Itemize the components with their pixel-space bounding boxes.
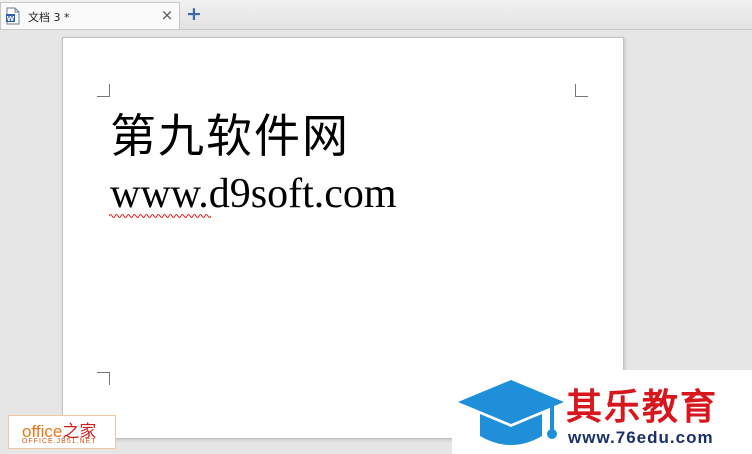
graduation-cap-icon [458, 380, 564, 445]
new-tab-button[interactable]: + [184, 4, 204, 24]
spellcheck-underline [109, 214, 212, 218]
margin-mark-top-right [575, 84, 588, 97]
office-logo-url: OFFICE.JB51.NET [22, 438, 97, 445]
document-text-line[interactable]: 第九软件网 [110, 100, 350, 166]
edu-logo-text: 其乐教育 [566, 387, 719, 428]
document-text-line[interactable]: www.d9soft.com [110, 170, 397, 218]
document-tab[interactable]: W 文档 3 * × [0, 2, 180, 29]
svg-text:W: W [7, 15, 15, 23]
edu-watermark: 其乐教育 www.76edu.com [452, 370, 752, 454]
close-tab-button[interactable]: × [159, 7, 175, 23]
tab-title: 文档 3 * [28, 11, 70, 24]
word-document-icon: W [5, 7, 21, 25]
tab-bar: W 文档 3 * × + [0, 0, 752, 30]
margin-mark-bottom-left [97, 372, 110, 385]
office-watermark: office之家 OFFICE.JB51.NET [8, 415, 116, 449]
margin-mark-top-left [97, 84, 110, 97]
edu-logo-url: www.76edu.com [568, 428, 714, 447]
